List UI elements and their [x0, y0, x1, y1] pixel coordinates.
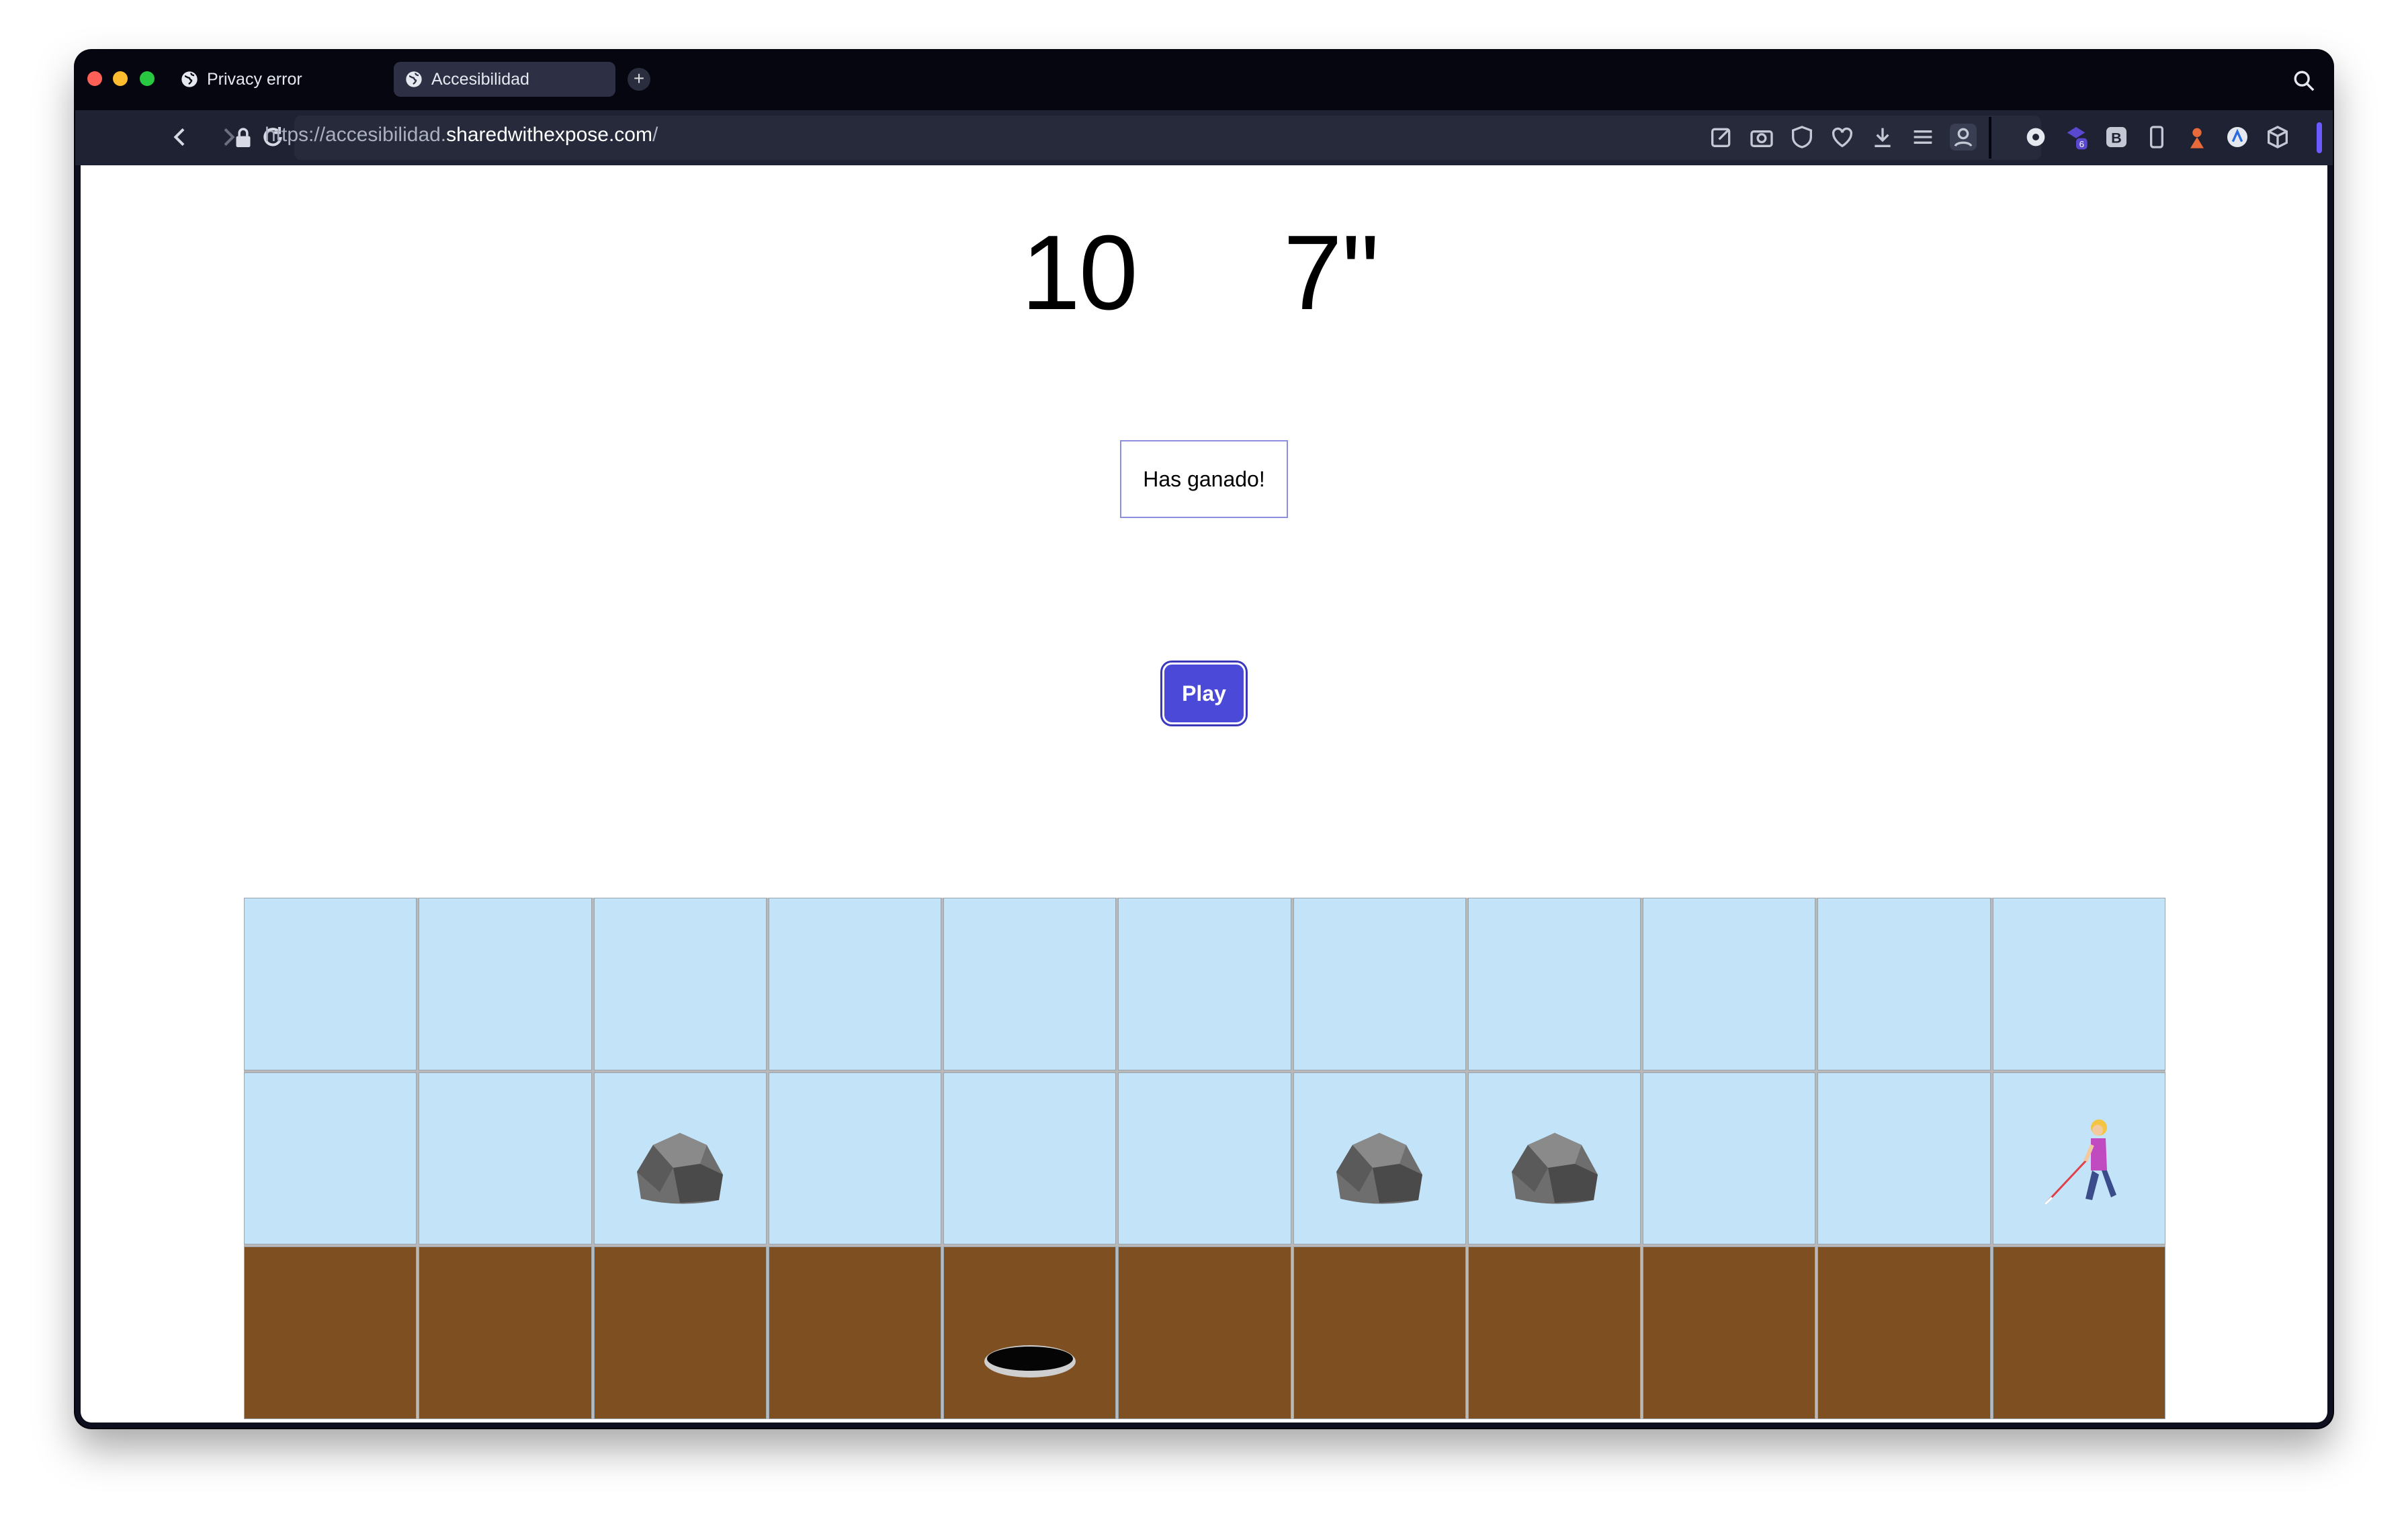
board-cell: [943, 898, 1117, 1070]
settings-sliders-icon[interactable]: [1909, 124, 1936, 151]
game-board: [244, 898, 2165, 1419]
edit-icon[interactable]: [1708, 124, 1735, 151]
gear-icon[interactable]: [2022, 124, 2049, 151]
camera-icon[interactable]: [1748, 124, 1775, 151]
board-cell: [1118, 898, 1291, 1070]
rock-icon: [1336, 1132, 1423, 1204]
board-cell: [1992, 898, 2165, 1070]
board-cell: [1643, 1246, 1816, 1419]
rock-icon: [1511, 1132, 1598, 1204]
tab-label: Accesibilidad: [431, 69, 529, 89]
url-prefix: https://accesibilidad.: [265, 124, 447, 146]
time-counter: 7'': [1283, 214, 1380, 332]
board-cell: [768, 1246, 942, 1419]
board-cell: [1817, 1072, 1991, 1245]
maximize-window-button[interactable]: [140, 71, 155, 86]
board-cell: [419, 1072, 592, 1245]
heart-icon[interactable]: [1829, 124, 1856, 151]
sidebar-accent-bar: [2317, 122, 2322, 153]
board-cell: [1817, 1246, 1991, 1419]
globe-icon: [181, 71, 198, 87]
score-counter: 10: [1021, 214, 1138, 332]
fox-extension-icon[interactable]: [2184, 124, 2210, 151]
board-cell: [244, 1072, 417, 1245]
board-cell: [1293, 1072, 1466, 1245]
bold-b-icon[interactable]: B: [2103, 124, 2130, 151]
new-tab-button[interactable]: +: [628, 68, 650, 91]
board-cell: [1817, 898, 1991, 1070]
board-cell: [419, 1246, 592, 1419]
shield-icon[interactable]: [1789, 124, 1815, 151]
board-cell: [593, 898, 767, 1070]
rock-icon: [637, 1132, 724, 1204]
board-cell: [768, 1072, 942, 1245]
url-suffix: /: [652, 124, 658, 146]
board-cell: [1643, 1072, 1816, 1245]
board-cell: [1467, 1072, 1641, 1245]
result-message: Has ganado!: [1120, 440, 1288, 518]
browser-window: Privacy error Accesibilidad + https://ac…: [75, 50, 2333, 1428]
url-text: https://accesibilidad.sharedwithexpose.c…: [265, 124, 658, 146]
navigation-toolbar: https://accesibilidad.sharedwithexpose.c…: [75, 110, 2333, 165]
board-cell: [1293, 898, 1466, 1070]
cube-icon[interactable]: [2264, 124, 2291, 151]
board-cell: [593, 1072, 767, 1245]
svg-text:B: B: [2111, 129, 2122, 146]
profile-icon[interactable]: [1950, 124, 1977, 151]
hole-icon: [984, 1345, 1076, 1377]
board-cell: [1992, 1246, 2165, 1419]
minimize-window-button[interactable]: [113, 71, 128, 86]
extension-badge-icon[interactable]: 6: [2063, 124, 2090, 151]
download-icon[interactable]: [1869, 124, 1896, 151]
tab-accesibilidad[interactable]: Accesibilidad: [394, 62, 615, 97]
globe-icon: [406, 71, 422, 87]
board-cell: [1118, 1072, 1291, 1245]
board-cell: [244, 898, 417, 1070]
board-cell: [943, 1246, 1117, 1419]
tab-privacy-error[interactable]: Privacy error: [169, 62, 384, 97]
tab-label: Privacy error: [207, 69, 302, 89]
play-button[interactable]: Play: [1162, 663, 1246, 724]
toolbar-separator: [1989, 117, 1991, 159]
extensions: 6 B: [2022, 124, 2305, 151]
board-cell: [1467, 898, 1641, 1070]
lock-icon: [236, 128, 251, 147]
board-cell: [1293, 1246, 1466, 1419]
board-cell: [244, 1246, 417, 1419]
extension-badge-count: 6: [2079, 139, 2084, 149]
tab-bar: Privacy error Accesibilidad +: [75, 50, 2333, 110]
url-host: sharedwithexpose.com: [446, 124, 652, 146]
translate-icon[interactable]: [2224, 124, 2251, 151]
board-cell: [593, 1246, 767, 1419]
close-window-button[interactable]: [87, 71, 102, 86]
board-cell: [1992, 1072, 2165, 1245]
page-viewport: 10 7'' Has ganado! Play: [81, 165, 2327, 1423]
person-with-cane-icon: [2045, 1119, 2117, 1205]
board-cell: [419, 898, 592, 1070]
board-cell: [768, 898, 942, 1070]
back-icon[interactable]: [167, 124, 194, 151]
board-cell: [943, 1072, 1117, 1245]
board-cell: [1643, 898, 1816, 1070]
toolbar-actions: [1708, 124, 1990, 151]
board-cell: [1467, 1246, 1641, 1419]
search-icon[interactable]: [2292, 69, 2315, 92]
phone-icon[interactable]: [2143, 124, 2170, 151]
board-cell: [1118, 1246, 1291, 1419]
